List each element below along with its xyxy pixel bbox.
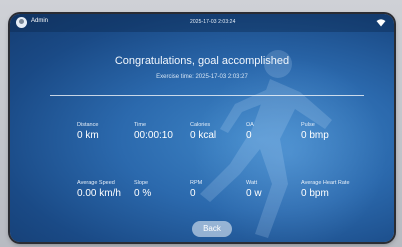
stat-time: Time 00:00:10 [134, 122, 173, 141]
datetime-label: 2025-17-03 2:03:24 [190, 19, 236, 25]
stat-value: 0 % [134, 188, 152, 199]
stat-label: Calories [190, 122, 211, 128]
stat-value: 0 w [246, 188, 262, 199]
stat-rpm: RPM 0 [190, 180, 202, 199]
stat-value: 0 km [77, 130, 99, 141]
stat-average-heart-rate: Average Heart Rate 0 bpm [301, 180, 350, 199]
stat-value: 0 bpm [301, 188, 329, 199]
page-title: Congratulations, goal accomplished [114, 55, 290, 67]
stat-value: 0 [246, 130, 252, 141]
stat-label: Distance [77, 122, 99, 128]
stat-value: 0 kcal [190, 130, 217, 141]
exercise-time-label: Exercise time: 2025-17-03 2:03:27 [156, 74, 248, 80]
stat-label: Time [134, 122, 147, 128]
stat-watt: Watt 0 w [246, 180, 262, 199]
stat-omega-a: ΩA 0 [246, 122, 254, 141]
stat-value: 0.00 km/h [77, 188, 121, 199]
stat-label: Watt [246, 180, 258, 186]
stat-value: 00:00:10 [134, 130, 173, 141]
stat-label: RPM [190, 180, 203, 186]
stat-average-speed: Average Speed 0.00 km/h [77, 180, 121, 199]
stat-pulse: Pulse 0 bmp [301, 122, 329, 141]
back-button[interactable]: Back [192, 221, 232, 237]
user-avatar-icon[interactable] [16, 17, 27, 28]
stat-distance: Distance 0 km [77, 122, 99, 141]
treadmill-screen: Admin 2025-17-03 2:03:24 Congratulations… [10, 14, 394, 242]
stat-value: 0 [190, 188, 196, 199]
stat-label: Slope [134, 180, 149, 186]
stat-calories: Calories 0 kcal [190, 122, 216, 141]
stat-label: Average Speed [77, 180, 115, 186]
divider [50, 95, 364, 96]
wifi-icon [376, 19, 386, 27]
stat-value: 0 bmp [301, 130, 329, 141]
stat-label: Pulse [301, 122, 315, 128]
stat-label: ΩA [246, 122, 254, 128]
username-label: Admin [31, 18, 49, 24]
stat-slope: Slope 0 % [134, 180, 151, 199]
stat-label: Average Heart Rate [301, 180, 350, 186]
status-bar: Admin 2025-17-03 2:03:24 [10, 14, 394, 32]
